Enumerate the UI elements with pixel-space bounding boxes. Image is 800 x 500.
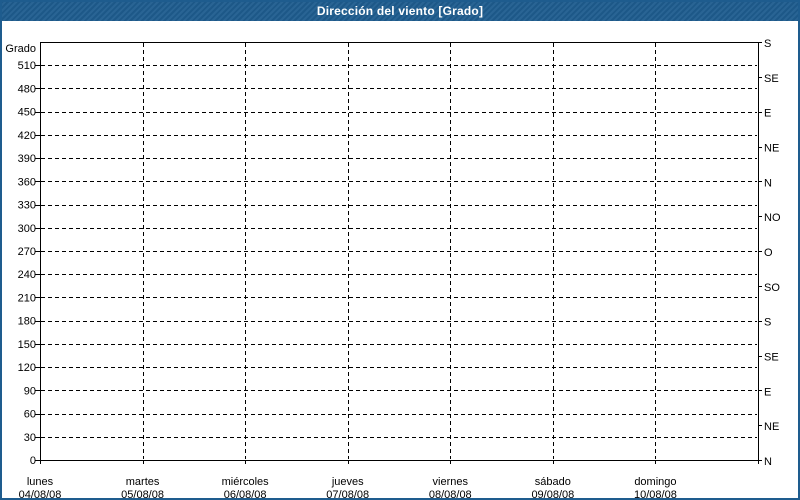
y-tick-label: 420 [18, 130, 36, 142]
x-weekday-label: sábado [535, 476, 571, 488]
y-tick-label: 330 [18, 200, 36, 212]
x-date-label: 04/08/08 [19, 489, 62, 500]
y-tick-label: 480 [18, 83, 36, 95]
right-axis-compass-label: SO [764, 282, 780, 294]
y-tick-label: 30 [24, 432, 36, 444]
x-weekday-label: jueves [331, 476, 364, 488]
right-axis-compass-label: SE [764, 73, 779, 85]
right-axis-compass-label: S [764, 317, 771, 329]
right-axis-compass-label: E [764, 386, 771, 398]
right-axis-compass-label: SE [764, 352, 779, 364]
right-axis-compass-label: S [764, 38, 771, 50]
chart-title: Dirección del viento [Grado] [316, 3, 484, 18]
right-axis-compass-label: N [764, 177, 772, 189]
y-tick-label: 150 [18, 339, 36, 351]
y-tick-label: 120 [18, 362, 36, 374]
y-axis-label: Grado [5, 43, 36, 55]
y-tick-label: 60 [24, 409, 36, 421]
right-axis-compass-label: N [764, 456, 772, 468]
chart-area: Grado 0 30 60 90 120 150 180 210 240 270 300 330 360 3… [2, 21, 798, 500]
y-tick-label: 300 [18, 223, 36, 235]
right-axis-compass-label: O [764, 247, 773, 259]
x-date-label: 05/08/08 [121, 489, 164, 500]
x-weekday-label: domingo [634, 476, 676, 488]
title-bar: Dirección del viento [Grado] [2, 2, 798, 21]
x-weekday-label: viernes [433, 476, 469, 488]
x-weekday-label: lunes [27, 476, 54, 488]
y-tick-label: 90 [24, 385, 36, 397]
right-axis-compass-label: E [764, 108, 771, 120]
y-tick-label: 0 [30, 455, 36, 467]
right-axis-compass-label: NE [764, 143, 779, 155]
x-date-label: 06/08/08 [224, 489, 267, 500]
y-tick-label: 270 [18, 246, 36, 258]
x-date-label: 09/08/08 [531, 489, 574, 500]
right-axis-compass-label: NO [764, 212, 781, 224]
x-date-label: 07/08/08 [326, 489, 369, 500]
x-weekday-label: miércoles [222, 476, 270, 488]
y-tick-label: 210 [18, 292, 36, 304]
y-tick-label: 360 [18, 176, 36, 188]
y-tick-label: 240 [18, 269, 36, 281]
x-date-label: 08/08/08 [429, 489, 472, 500]
y-tick-label: 510 [18, 60, 36, 72]
right-axis-compass-label: NE [764, 421, 779, 433]
y-tick-label: 390 [18, 153, 36, 165]
chart-window: Dirección del viento [Grado] Grado 0 30 60 9… [0, 0, 800, 500]
x-weekday-label: martes [126, 476, 160, 488]
y-tick-label: 450 [18, 107, 36, 119]
chart-canvas: Grado 0 30 60 90 120 150 180 210 240 270 300 330 360 3… [5, 38, 781, 500]
y-tick-label: 180 [18, 316, 36, 328]
x-date-label: 10/08/08 [634, 489, 677, 500]
